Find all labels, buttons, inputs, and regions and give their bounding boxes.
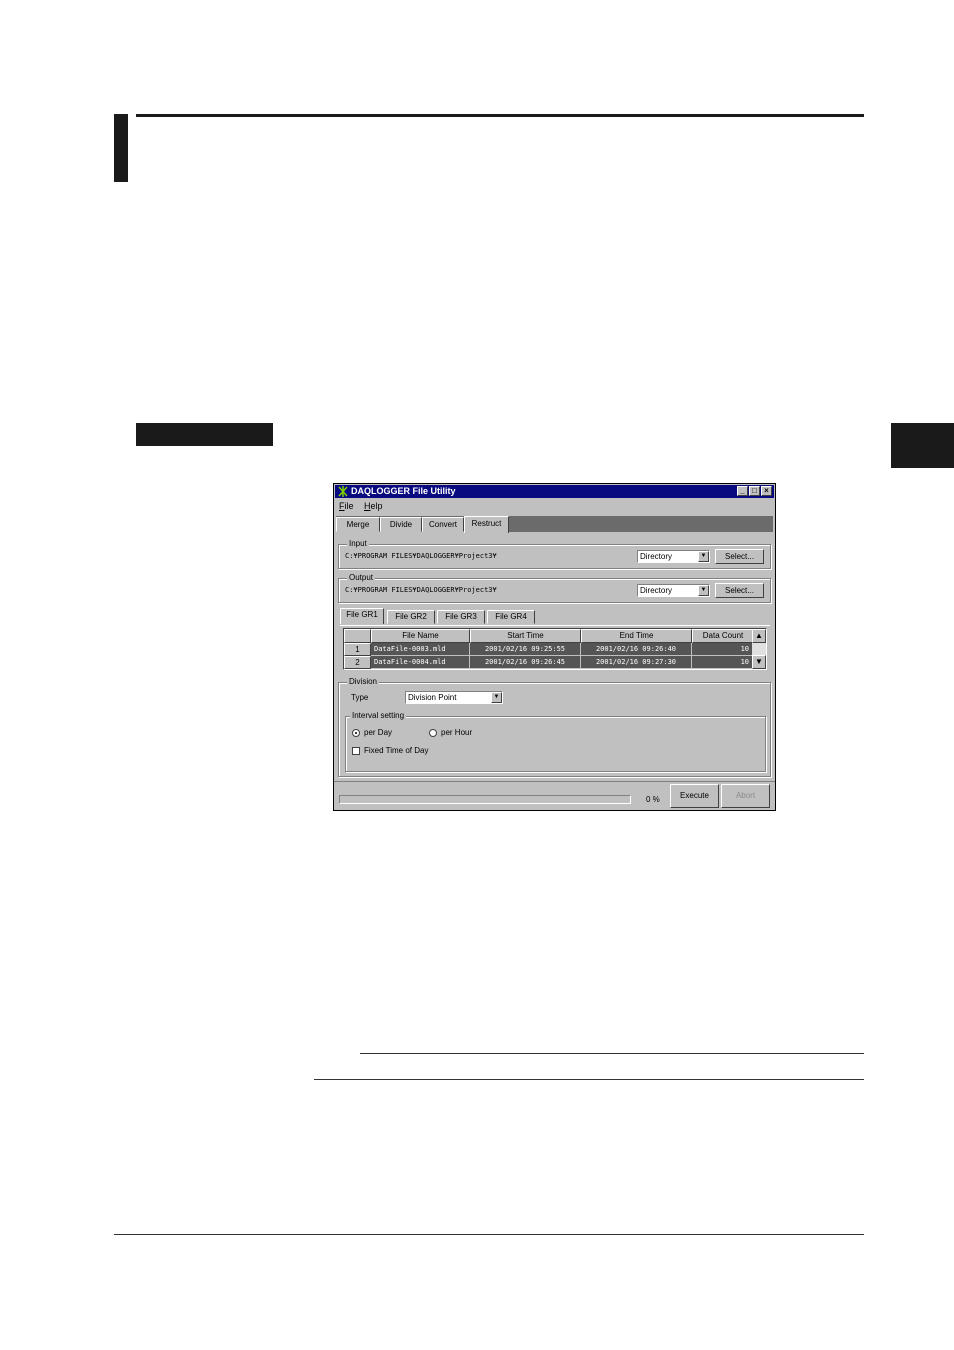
footer-rule [114, 1234, 864, 1235]
maximize-icon[interactable]: □ [749, 486, 760, 496]
menu-file[interactable]: File [339, 501, 354, 511]
division-type-value: Division Point [408, 693, 457, 702]
per-day-radio[interactable] [352, 729, 360, 737]
minimize-icon[interactable]: _ [737, 486, 748, 496]
division-group: Division Type Division Point ▼ Interval … [338, 677, 771, 777]
column-start-time[interactable]: Start Time [470, 629, 581, 643]
input-group: Input C:¥PROGRAM FILES¥DAQLOGGER¥Project… [338, 539, 771, 569]
fixed-time-label[interactable]: Fixed Time of Day [364, 746, 428, 756]
app-logo-icon [338, 486, 348, 497]
menu-help[interactable]: Help [364, 501, 383, 511]
file-group-tabs: File GR1 File GR2 File GR3 File GR4 [340, 608, 770, 626]
file-table: File Name Start Time End Time Data Count… [343, 628, 767, 670]
table-cell-file[interactable]: DataFile-0003.mld [371, 643, 470, 656]
output-type-select[interactable]: Directory ▼ [637, 584, 710, 597]
chevron-down-icon[interactable]: ▼ [698, 585, 709, 596]
chevron-down-icon[interactable]: ▼ [491, 692, 502, 703]
chapter-left-bar [114, 114, 128, 182]
vertical-scrollbar-track[interactable] [752, 643, 766, 655]
type-label: Type [351, 693, 369, 702]
row-index[interactable]: 2 [344, 656, 371, 669]
tab-convert[interactable]: Convert [422, 517, 464, 532]
output-group: Output C:¥PROGRAM FILES¥DAQLOGGER¥Projec… [338, 573, 771, 603]
daqlogger-window: DAQLOGGER File Utility _ □ × File Help M… [333, 483, 776, 811]
chapter-top-rule [136, 114, 864, 117]
status-bar: 0 % Execute Abort [334, 781, 775, 811]
input-group-label: Input [347, 539, 369, 549]
tab-file-gr4[interactable]: File GR4 [487, 610, 535, 624]
row-index[interactable]: 1 [344, 643, 371, 656]
tab-divide[interactable]: Divide [380, 517, 422, 532]
horizontal-rule [314, 1079, 864, 1080]
division-group-label: Division [347, 677, 380, 687]
chevron-down-icon[interactable]: ▼ [698, 551, 709, 562]
table-cell-count[interactable]: 10 [692, 656, 754, 669]
input-type-value: Directory [640, 552, 673, 561]
per-hour-radio[interactable] [429, 729, 437, 737]
interval-setting-group: Interval setting per Day per Hour Fixed … [345, 711, 766, 772]
column-end-time[interactable]: End Time [581, 629, 692, 643]
tab-restruct[interactable]: Restruct [464, 516, 509, 533]
output-type-value: Directory [640, 586, 673, 595]
chapter-side-tab [891, 423, 954, 468]
table-cell-count[interactable]: 10 [692, 643, 754, 656]
tab-merge[interactable]: Merge [336, 517, 380, 532]
horizontal-rule [360, 1053, 864, 1054]
division-type-select[interactable]: Division Point ▼ [405, 691, 503, 704]
per-day-label[interactable]: per Day [364, 728, 392, 738]
title-bar[interactable]: DAQLOGGER File Utility _ □ × [335, 485, 774, 498]
progress-bar [339, 795, 631, 804]
fixed-time-checkbox[interactable] [352, 747, 360, 755]
table-cell-start[interactable]: 2001/02/16 09:26:45 [470, 656, 581, 669]
tab-file-gr1[interactable]: File GR1 [340, 608, 384, 624]
output-path: C:¥PROGRAM FILES¥DAQLOGGER¥Project3¥ [345, 586, 497, 594]
interval-setting-label: Interval setting [350, 711, 407, 721]
abort-button[interactable]: Abort [721, 784, 770, 808]
input-path: C:¥PROGRAM FILES¥DAQLOGGER¥Project3¥ [345, 552, 497, 560]
window-title: DAQLOGGER File Utility [351, 486, 456, 496]
section-heading-block [136, 423, 273, 446]
menu-bar: File Help [339, 501, 391, 512]
input-type-select[interactable]: Directory ▼ [637, 550, 710, 563]
input-select-button[interactable]: Select... [715, 549, 764, 564]
table-cell-start[interactable]: 2001/02/16 09:25:55 [470, 643, 581, 656]
column-data-count[interactable]: Data Count [692, 629, 754, 643]
scroll-up-icon[interactable]: ▲ [752, 629, 766, 643]
column-file-name[interactable]: File Name [371, 629, 470, 643]
execute-button[interactable]: Execute [670, 784, 719, 808]
table-cell-end[interactable]: 2001/02/16 09:27:30 [581, 656, 692, 669]
tab-file-gr2[interactable]: File GR2 [387, 610, 435, 624]
table-corner [344, 629, 371, 643]
output-select-button[interactable]: Select... [715, 583, 764, 598]
tab-file-gr3[interactable]: File GR3 [437, 610, 485, 624]
table-cell-end[interactable]: 2001/02/16 09:26:40 [581, 643, 692, 656]
close-icon[interactable]: × [761, 486, 772, 496]
output-group-label: Output [347, 573, 376, 583]
per-hour-label[interactable]: per Hour [441, 728, 472, 738]
progress-percent: 0 % [646, 795, 660, 804]
scroll-down-icon[interactable]: ▼ [752, 655, 766, 669]
main-tab-strip: Merge Divide Convert Restruct [336, 516, 773, 533]
table-cell-file[interactable]: DataFile-0004.mld [371, 656, 470, 669]
